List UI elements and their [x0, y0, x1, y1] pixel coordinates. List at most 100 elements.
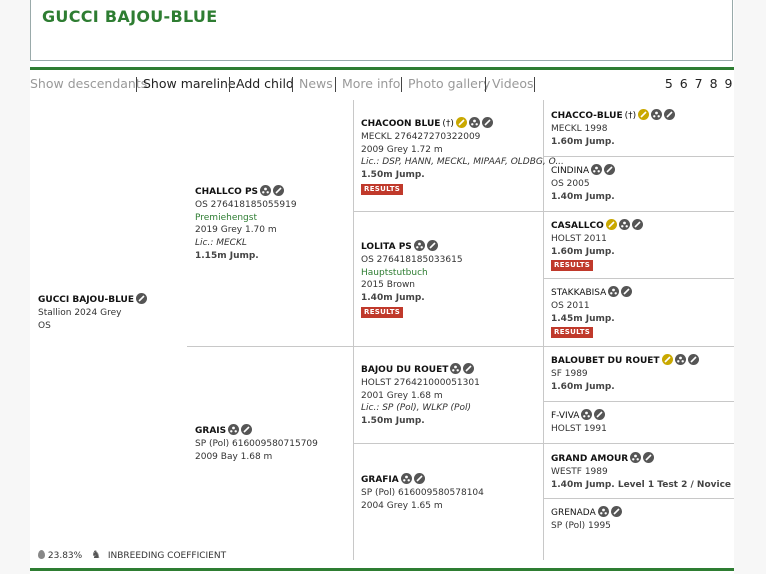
edit-icon[interactable]	[273, 185, 285, 196]
ddd-reg: SP (Pol) 1995	[551, 520, 611, 531]
sd-info: 2015 Brown	[361, 280, 416, 291]
edit-icon[interactable]	[241, 424, 253, 435]
ds-name[interactable]: BAJOU DU ROUET	[361, 365, 448, 375]
ds-info: 2001 Grey 1.68 m	[361, 390, 443, 401]
results-button[interactable]: RESULTS	[551, 260, 594, 272]
pedigree-tree: GUCCI BAJOU-BLUE Stallion 2024 Grey OS C…	[30, 100, 734, 560]
sd-name[interactable]: LOLITA PS	[361, 242, 412, 252]
nav-more-info[interactable]: More info	[342, 76, 400, 91]
gold-edit-icon[interactable]	[455, 117, 467, 128]
sd-jump: 1.40m Jump.	[361, 293, 425, 304]
edit-icon[interactable]	[604, 164, 616, 175]
edit-icon[interactable]	[426, 240, 438, 251]
nav-photo-gallery[interactable]: Photo gallery	[408, 76, 490, 91]
family-icon[interactable]	[581, 409, 593, 420]
dam-name[interactable]: GRAIS	[195, 426, 226, 436]
horse-icon: ♞	[91, 548, 101, 561]
edit-icon[interactable]	[594, 409, 606, 420]
ds-cell: BAJOU DU ROUET HOLST 276421000051301 200…	[361, 363, 480, 428]
family-icon[interactable]	[400, 473, 412, 484]
sss-cell: CHACCO-BLUE (†) MECKL 1998 1.60m Jump.	[551, 109, 676, 148]
dsd-reg: HOLST 1991	[551, 423, 607, 434]
sss-jump: 1.60m Jump.	[551, 136, 615, 147]
family-icon[interactable]	[413, 240, 425, 251]
subject-line1: Stallion 2024 Grey	[38, 307, 122, 318]
ds-reg: HOLST 276421000051301	[361, 377, 480, 388]
nav-add-child[interactable]: Add child	[236, 76, 294, 91]
edit-icon[interactable]	[643, 452, 655, 463]
dds-reg: WESTF 1989	[551, 466, 608, 477]
dd-name[interactable]: GRAFIA	[361, 475, 399, 485]
results-button[interactable]: RESULTS	[361, 306, 404, 318]
dss-cell: BALOUBET DU ROUET SF 1989 1.60m Jump.	[551, 354, 699, 393]
dam-info: 2009 Bay 1.68 m	[195, 451, 273, 462]
nav-news[interactable]: News	[299, 76, 333, 91]
ss-jump: 1.50m Jump.	[361, 170, 425, 181]
generation-pages[interactable]: 5 6 7 8 9	[665, 76, 734, 91]
ds-lic: Lic.: SP (Pol), WLKP (Pol)	[361, 403, 471, 414]
sire-reg: OS 276418185055919	[195, 199, 297, 210]
dss-name[interactable]: BALOUBET DU ROUET	[551, 356, 660, 366]
edit-icon[interactable]	[621, 286, 633, 297]
sds-reg: HOLST 2011	[551, 233, 607, 244]
ss-name[interactable]: CHACOON BLUE	[361, 119, 440, 129]
divider	[543, 498, 734, 499]
edit-icon[interactable]	[481, 117, 493, 128]
gold-edit-icon[interactable]	[661, 354, 673, 365]
results-button[interactable]: RESULTS	[551, 327, 594, 339]
family-icon[interactable]	[608, 286, 620, 297]
top-divider	[30, 67, 734, 70]
ss-info: 2009 Grey 1.72 m	[361, 144, 443, 155]
dsd-cell: F-VIVA HOLST 1991	[551, 409, 607, 436]
nav-show-mareline[interactable]: Show mareline	[143, 76, 236, 91]
family-icon[interactable]	[228, 424, 240, 435]
sdd-name[interactable]: STAKKABISA	[551, 288, 606, 298]
ddd-name[interactable]: GRENADA	[551, 508, 596, 518]
sd-reg: OS 276418185033615	[361, 254, 463, 265]
family-icon[interactable]	[630, 452, 642, 463]
family-icon[interactable]	[450, 363, 462, 374]
sds-jump: 1.60m Jump.	[551, 246, 615, 257]
family-icon[interactable]	[260, 185, 272, 196]
ssd-name[interactable]: CINDINA	[551, 166, 589, 176]
sss-name[interactable]: CHACCO-BLUE	[551, 111, 623, 121]
results-button[interactable]: RESULTS	[361, 183, 404, 195]
sire-name[interactable]: CHALLCO PS	[195, 187, 258, 197]
dds-name[interactable]: GRAND AMOUR	[551, 454, 628, 464]
divider	[543, 401, 734, 402]
dsd-name[interactable]: F-VIVA	[551, 411, 579, 421]
edit-icon[interactable]	[631, 219, 643, 230]
dss-reg: SF 1989	[551, 368, 588, 379]
family-icon[interactable]	[468, 117, 480, 128]
subject-line2: OS	[38, 320, 51, 331]
edit-icon[interactable]	[463, 363, 475, 374]
family-icon[interactable]	[651, 109, 663, 120]
dam-reg: SP (Pol) 616009580715709	[195, 438, 318, 449]
gold-edit-icon[interactable]	[638, 109, 650, 120]
nav-show-descendants[interactable]: Show descendants	[30, 76, 147, 91]
dds-cell: GRAND AMOUR WESTF 1989 1.40m Jump. Level…	[551, 452, 731, 491]
ss-reg: MECKL 276427270322009	[361, 131, 481, 142]
dds-jump: 1.40m Jump. Level 1 Test 2 / Novice	[551, 479, 732, 490]
divider	[543, 156, 734, 157]
sds-name[interactable]: CASALLCO	[551, 221, 604, 231]
dd-reg: SP (Pol) 616009580578104	[361, 487, 484, 498]
bottom-divider	[30, 568, 734, 571]
edit-icon[interactable]	[687, 354, 699, 365]
sdd-jump: 1.45m Jump.	[551, 313, 615, 324]
edit-icon[interactable]	[610, 506, 622, 517]
edit-icon[interactable]	[413, 473, 425, 484]
ssd-cell: CINDINA OS 2005 1.40m Jump.	[551, 164, 616, 203]
family-icon[interactable]	[618, 219, 630, 230]
edit-icon[interactable]	[136, 293, 147, 304]
nav-separator	[229, 77, 230, 92]
inbreeding-coefficient-value: 23.83%	[47, 551, 83, 561]
family-icon[interactable]	[597, 506, 609, 517]
edit-icon[interactable]	[664, 109, 676, 120]
gold-edit-icon[interactable]	[605, 219, 617, 230]
family-icon[interactable]	[674, 354, 686, 365]
inbreeding-coefficient-label: INBREEDING COEFFICIENT	[107, 551, 227, 561]
nav-videos[interactable]: Videos	[492, 76, 534, 91]
subject-name[interactable]: GUCCI BAJOU-BLUE	[38, 295, 134, 305]
family-icon[interactable]	[591, 164, 603, 175]
